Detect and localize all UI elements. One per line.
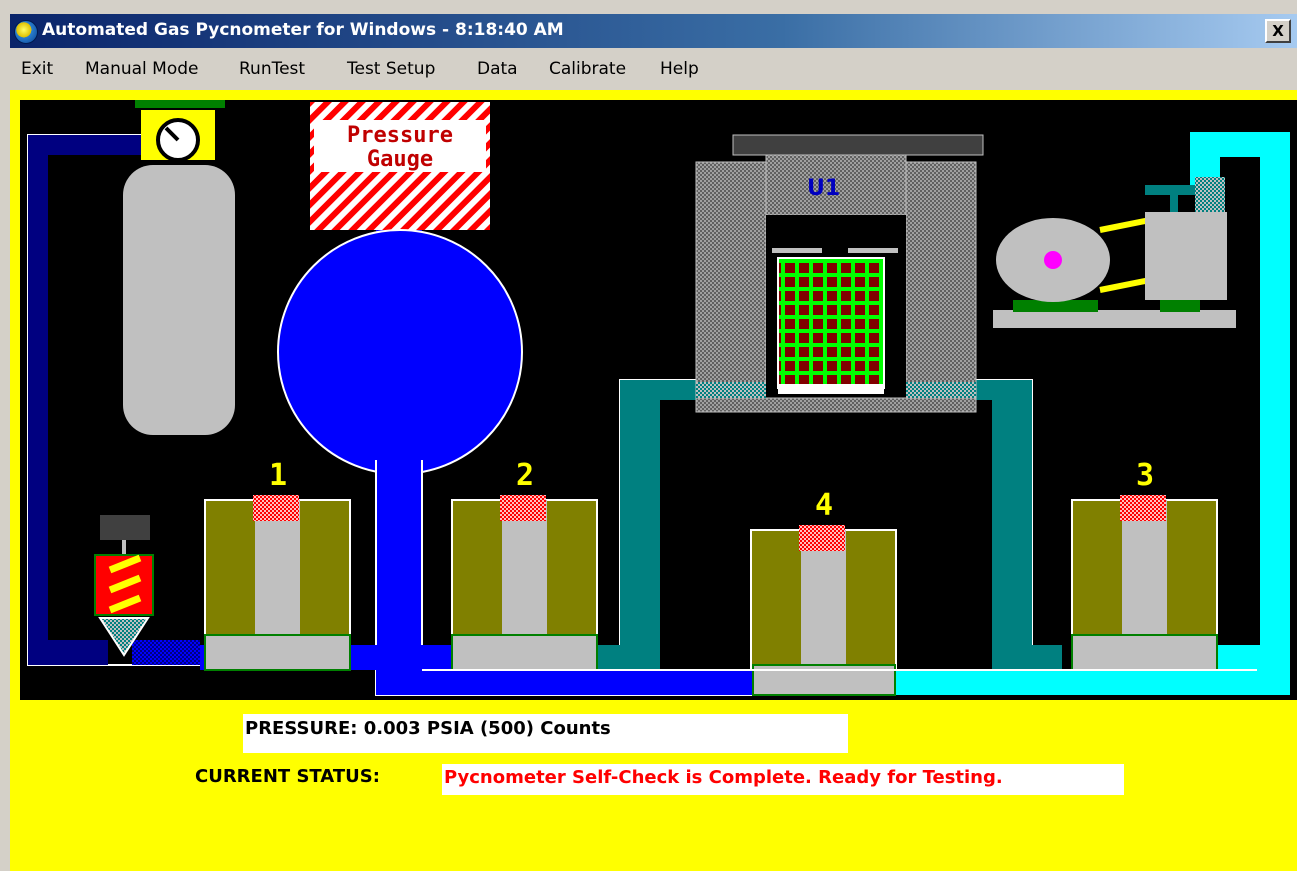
main-panel: Pressure Gauge U1 1 2 3 4 PRESSURE: 0.00…	[10, 90, 1297, 871]
window-title: Automated Gas Pycnometer for Windows - 8…	[42, 20, 564, 40]
title-bar[interactable]: Automated Gas Pycnometer for Windows - 8…	[10, 14, 1297, 48]
pycnometer-diagram: Pressure Gauge U1 1 2 3 4	[20, 100, 1297, 700]
sample-cell: U1	[695, 134, 984, 413]
menu-test-setup[interactable]: Test Setup	[347, 59, 435, 79]
status-label: CURRENT STATUS:	[195, 766, 380, 787]
svg-text:Gauge: Gauge	[367, 147, 433, 172]
app-icon[interactable]	[14, 20, 38, 44]
desktop-edge	[0, 0, 10, 871]
menu-manual-mode[interactable]: Manual Mode	[85, 59, 199, 79]
close-button[interactable]: X	[1265, 19, 1291, 43]
svg-text:1: 1	[269, 458, 287, 493]
menu-runtest[interactable]: RunTest	[239, 59, 305, 79]
status-message: Pycnometer Self-Check is Complete. Ready…	[442, 764, 1124, 795]
svg-text:3: 3	[1136, 458, 1154, 493]
svg-text:4: 4	[815, 488, 833, 523]
menu-calibrate[interactable]: Calibrate	[549, 59, 626, 79]
svg-text:2: 2	[516, 458, 534, 493]
svg-text:Pressure: Pressure	[347, 123, 453, 148]
svg-text:U1: U1	[807, 176, 840, 201]
menu-exit[interactable]: Exit	[21, 59, 53, 79]
menu-help[interactable]: Help	[660, 59, 699, 79]
menu-bar: Exit Manual Mode RunTest Test Setup Data…	[10, 48, 1297, 90]
pressure-gauge: Pressure Gauge	[310, 102, 490, 230]
pressure-readout: PRESSURE: 0.003 PSIA (500) Counts	[243, 714, 848, 753]
menu-data[interactable]: Data	[477, 59, 518, 79]
app-window: Automated Gas Pycnometer for Windows - 8…	[10, 14, 1297, 871]
